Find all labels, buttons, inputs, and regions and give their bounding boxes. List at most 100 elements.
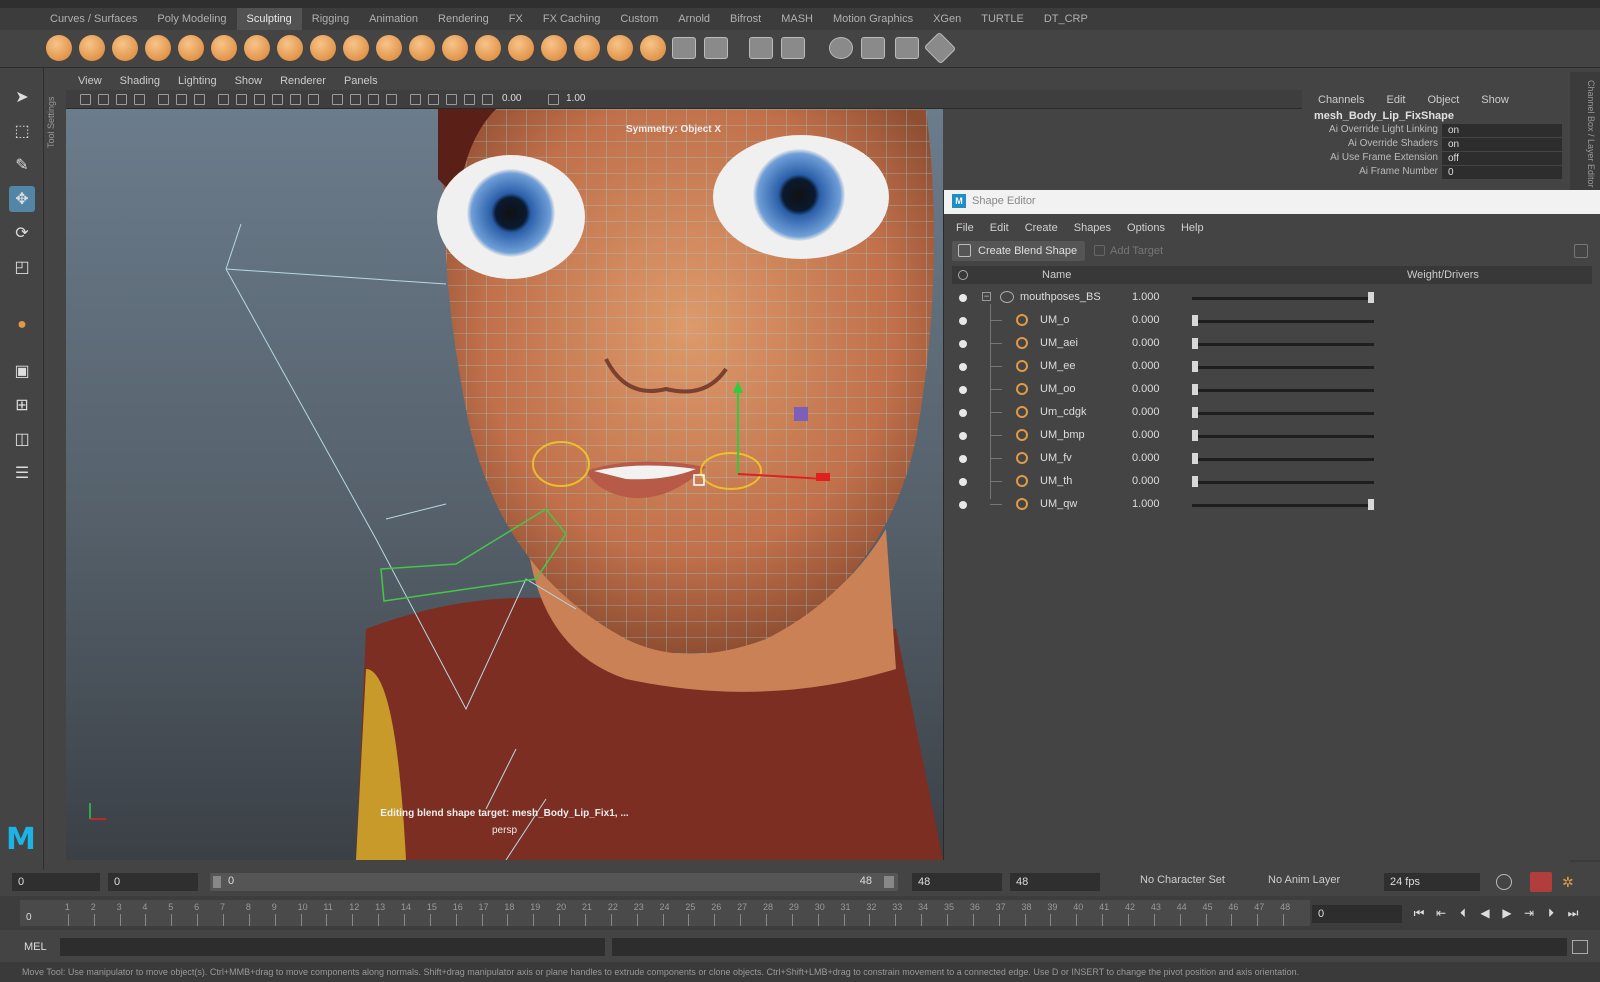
channel-attribute-row[interactable]: Ai Frame Number 0 xyxy=(1302,166,1570,180)
shelf-tab-sculpting[interactable]: Sculpting xyxy=(236,8,302,30)
repeat-brush-icon[interactable] xyxy=(310,35,336,61)
shelf-tab-dt-crp[interactable]: DT_CRP xyxy=(1034,8,1098,30)
channel-attribute-value[interactable]: 0 xyxy=(1442,166,1562,179)
weight-slider[interactable] xyxy=(1192,412,1374,415)
time-slider[interactable]: 0 1 2 3 4 5 6 7 8 9 10 11 12 13 14 15 16 17 18 19 20 21 22 23 2… xyxy=(0,896,1600,930)
visibility-toggle-icon[interactable] xyxy=(959,317,967,325)
shelf-tab-motion-graphics[interactable]: Motion Graphics xyxy=(823,8,923,30)
gamma-toggle-icon[interactable] xyxy=(548,94,559,105)
scrape-brush-icon[interactable] xyxy=(409,35,435,61)
visibility-toggle-icon[interactable] xyxy=(959,386,967,394)
shelf-tab-rigging[interactable]: Rigging xyxy=(302,8,359,30)
shape-editor-menu-options[interactable]: Options xyxy=(1127,222,1165,234)
target-row[interactable]: UM_qw 1.000 xyxy=(952,493,1592,516)
weight-slider[interactable] xyxy=(1192,297,1374,300)
step-forward-frame-icon[interactable]: ⏵ xyxy=(1542,905,1560,921)
sculpt-brush-icon[interactable] xyxy=(46,35,72,61)
weight-slider[interactable] xyxy=(1192,504,1374,507)
imprint-brush-icon[interactable] xyxy=(343,35,369,61)
anti-aliasing-icon[interactable] xyxy=(368,94,379,105)
scale-tool-icon[interactable]: ◰ xyxy=(9,254,35,280)
auto-key-icon[interactable] xyxy=(1530,872,1552,892)
weight-field[interactable]: 0.000 xyxy=(1132,360,1182,372)
depth-of-field-icon[interactable] xyxy=(386,94,397,105)
target-row[interactable]: UM_oo 0.000 xyxy=(952,378,1592,401)
knife-brush-icon[interactable] xyxy=(475,35,501,61)
foamy-brush-icon[interactable] xyxy=(244,35,270,61)
mask-brush-icon[interactable] xyxy=(640,35,666,61)
spray-brush-icon[interactable] xyxy=(277,35,303,61)
target-name[interactable]: Um_cdgk xyxy=(1040,406,1086,418)
weight-slider[interactable] xyxy=(1192,481,1374,484)
smear-brush-icon[interactable] xyxy=(508,35,534,61)
shape-editor-options-icon[interactable] xyxy=(1574,244,1588,258)
textured-icon[interactable] xyxy=(272,94,283,105)
two-pane-icon[interactable]: ◫ xyxy=(9,426,35,452)
shelf-tab-fx[interactable]: FX xyxy=(499,8,533,30)
blend-shape-name[interactable]: mouthposes_BS xyxy=(1020,291,1101,303)
mel-command-input[interactable] xyxy=(60,938,605,956)
weight-field[interactable]: 0.000 xyxy=(1132,383,1182,395)
weight-slider-handle[interactable] xyxy=(1192,407,1198,418)
anim-layer-selector[interactable]: No Anim Layer xyxy=(1268,874,1340,886)
flatten-brush-icon[interactable] xyxy=(211,35,237,61)
step-back-frame-icon[interactable]: ⏴ xyxy=(1454,905,1472,921)
shelf-tab-fx-caching[interactable]: FX Caching xyxy=(533,8,610,30)
grab-brush-icon[interactable] xyxy=(145,35,171,61)
film-gate-icon[interactable] xyxy=(176,94,187,105)
shelf-tab-rendering[interactable]: Rendering xyxy=(428,8,499,30)
target-row[interactable]: UM_fv 0.000 xyxy=(952,447,1592,470)
gamma-icon[interactable] xyxy=(482,94,493,105)
freeze-brush-icon[interactable] xyxy=(607,35,633,61)
visibility-toggle-icon[interactable] xyxy=(959,363,967,371)
weight-slider[interactable] xyxy=(1192,343,1374,346)
freeze-tool-icon[interactable] xyxy=(895,37,919,59)
play-forwards-icon[interactable]: ▶ xyxy=(1498,905,1516,921)
stamp-settings-icon[interactable] xyxy=(704,37,728,59)
name-column-header[interactable]: Name xyxy=(1042,269,1071,281)
select-tool-icon[interactable]: ➤ xyxy=(9,84,35,110)
play-backwards-icon[interactable]: ◀ xyxy=(1476,905,1494,921)
shape-editor-titlebar[interactable]: M Shape Editor xyxy=(944,190,1600,214)
shape-editor-menu-create[interactable]: Create xyxy=(1025,222,1058,234)
image-plane-icon[interactable] xyxy=(134,94,145,105)
shelf-tab-turtle[interactable]: TURTLE xyxy=(971,8,1034,30)
falloff-settings-icon[interactable] xyxy=(749,37,773,59)
smooth-shade-icon[interactable] xyxy=(236,94,247,105)
weight-slider-handle[interactable] xyxy=(1192,476,1198,487)
target-row[interactable]: UM_aei 0.000 xyxy=(952,332,1592,355)
visibility-toggle-icon[interactable] xyxy=(959,409,967,417)
channel-attribute-value[interactable]: on xyxy=(1442,138,1562,151)
visibility-toggle-icon[interactable] xyxy=(959,432,967,440)
visibility-toggle-icon[interactable] xyxy=(959,501,967,509)
target-row[interactable]: UM_o 0.000 xyxy=(952,309,1592,332)
grid-icon[interactable] xyxy=(158,94,169,105)
lights-icon[interactable] xyxy=(290,94,301,105)
viewport-menu-view[interactable]: View xyxy=(78,75,102,87)
time-slider-track[interactable]: 0 1 2 3 4 5 6 7 8 9 10 11 12 13 14 15 16 17 18 19 20 21 22 23 2… xyxy=(20,900,1310,926)
weight-field[interactable]: 1.000 xyxy=(1132,498,1182,510)
fps-selector[interactable]: 24 fps xyxy=(1384,873,1480,891)
select-camera-icon[interactable] xyxy=(80,94,91,105)
move-tool-icon[interactable]: ✥ xyxy=(9,186,35,212)
lasso-tool-icon[interactable]: ⬚ xyxy=(9,118,35,144)
target-name[interactable]: UM_bmp xyxy=(1040,429,1085,441)
paint-select-icon[interactable]: ✎ xyxy=(9,152,35,178)
weight-slider[interactable] xyxy=(1192,320,1374,323)
script-editor-icon[interactable] xyxy=(1572,940,1588,954)
mel-language-label[interactable]: MEL xyxy=(24,941,47,953)
channel-box-side-label[interactable]: Channel Box / Layer Editor xyxy=(1586,80,1596,188)
create-blend-shape-button[interactable]: Create Blend Shape xyxy=(952,241,1086,261)
weight-field[interactable]: 0.000 xyxy=(1132,429,1182,441)
target-name[interactable]: UM_aei xyxy=(1040,337,1078,349)
channel-box-menu-edit[interactable]: Edit xyxy=(1386,94,1405,106)
channel-box-menu-object[interactable]: Object xyxy=(1427,94,1459,106)
resolution-gate-icon[interactable] xyxy=(194,94,205,105)
last-tool-icon[interactable]: ● xyxy=(9,312,35,338)
weight-slider[interactable] xyxy=(1192,435,1374,438)
channel-attribute-row[interactable]: Ai Override Light Linking on xyxy=(1302,124,1570,138)
range-start-handle[interactable] xyxy=(213,876,221,888)
viewport-menu-panels[interactable]: Panels xyxy=(344,75,378,87)
shelf-tab-animation[interactable]: Animation xyxy=(359,8,428,30)
four-pane-icon[interactable]: ⊞ xyxy=(9,392,35,418)
